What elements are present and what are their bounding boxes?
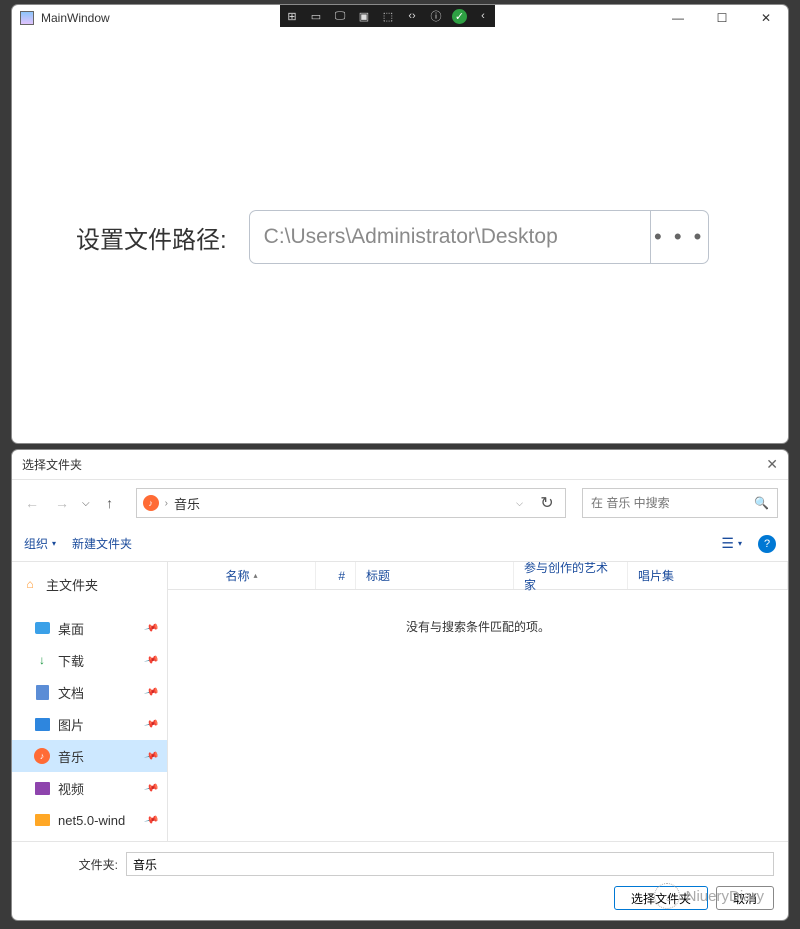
pin-icon: 📌	[143, 812, 159, 828]
sidebar-item-label: 桌面	[58, 619, 84, 638]
desktop-icon	[34, 620, 50, 636]
pin-icon: 📌	[143, 716, 159, 732]
path-input[interactable]	[249, 210, 651, 264]
address-dropdown-icon[interactable]: ⌵	[516, 498, 523, 509]
pin-icon: 📌	[143, 684, 159, 700]
sidebar: ⌂ 主文件夹 桌面 📌 ↓ 下载 📌 文档 📌 图片	[12, 562, 168, 841]
search-box: 🔍	[582, 488, 778, 518]
sidebar-item-label: 下载	[58, 651, 84, 670]
empty-message: 没有与搜索条件匹配的项。	[406, 618, 550, 635]
dialog-title: 选择文件夹	[22, 456, 82, 473]
vs-check-icon[interactable]: ✓	[452, 9, 467, 24]
browse-button[interactable]: • • •	[651, 210, 709, 264]
vs-accessibility-icon[interactable]: ⓘ	[428, 8, 444, 24]
breadcrumb-separator: ›	[165, 498, 168, 509]
path-label: 设置文件路径:	[36, 220, 227, 255]
column-artist[interactable]: 参与创作的艺术家	[514, 562, 628, 589]
vs-box-icon[interactable]: ▣	[356, 8, 372, 24]
path-form-row: 设置文件路径: • • •	[36, 210, 764, 264]
main-content: 设置文件路径: • • •	[12, 31, 788, 443]
sidebar-item-label: net5.0-wind	[58, 813, 125, 828]
file-list: 名称▴ # 标题 参与创作的艺术家 唱片集 没有与搜索条件匹配的项。	[168, 562, 788, 841]
cancel-button[interactable]: 取消	[716, 886, 774, 910]
maximize-button[interactable]: ☐	[700, 5, 744, 31]
sidebar-item-home[interactable]: ⌂ 主文件夹	[12, 568, 167, 600]
dialog-toolbar: 组织▾ 新建文件夹 ☰▾ ?	[12, 526, 788, 562]
nav-forward-button[interactable]: →	[52, 493, 72, 513]
location-music-icon: ♪	[143, 495, 159, 511]
sidebar-item-videos[interactable]: 视频 📌	[12, 772, 167, 804]
pin-icon: 📌	[143, 748, 159, 764]
address-bar[interactable]: ♪ › 音乐 ⌵ ↻	[136, 488, 566, 518]
search-input[interactable]	[591, 496, 748, 510]
sidebar-item-net5[interactable]: net5.0-wind 📌	[12, 804, 167, 836]
list-body: 没有与搜索条件匹配的项。	[168, 590, 788, 841]
vs-screen-icon[interactable]: 🖵	[332, 8, 348, 24]
new-folder-button[interactable]: 新建文件夹	[72, 535, 132, 552]
picture-icon	[34, 716, 50, 732]
window-controls: — ☐ ✕	[656, 5, 788, 31]
column-number[interactable]: #	[316, 562, 356, 589]
nav-back-button[interactable]: ←	[22, 493, 42, 513]
address-location: 音乐	[174, 494, 510, 513]
dialog-body: ⌂ 主文件夹 桌面 📌 ↓ 下载 📌 文档 📌 图片	[12, 562, 788, 841]
dialog-titlebar: 选择文件夹 ✕	[12, 450, 788, 480]
music-icon: ♪	[34, 748, 50, 764]
download-icon: ↓	[34, 652, 50, 668]
video-icon	[34, 780, 50, 796]
main-window: MainWindow ⊞ ▭ 🖵 ▣ ⬚ ‹› ⓘ ✓ ‹ — ☐ ✕ 设置文件…	[11, 4, 789, 444]
sidebar-item-music[interactable]: ♪ 音乐 📌	[12, 740, 167, 772]
pin-icon: 📌	[143, 652, 159, 668]
sidebar-item-pictures[interactable]: 图片 📌	[12, 708, 167, 740]
app-icon	[20, 11, 34, 25]
refresh-button[interactable]: ↻	[535, 491, 559, 515]
vs-add-icon[interactable]: ⊞	[284, 8, 300, 24]
sidebar-item-downloads[interactable]: ↓ 下载 📌	[12, 644, 167, 676]
vs-signal-icon[interactable]: ‹›	[404, 8, 420, 24]
sidebar-item-documents[interactable]: 文档 📌	[12, 676, 167, 708]
path-input-group: • • •	[249, 210, 709, 264]
sidebar-item-label: 视频	[58, 779, 84, 798]
folder-icon	[34, 812, 50, 828]
dialog-close-button[interactable]: ✕	[766, 456, 778, 473]
document-icon	[34, 684, 50, 700]
home-icon: ⌂	[22, 576, 38, 592]
folder-name-input[interactable]	[126, 852, 774, 876]
minimize-button[interactable]: —	[656, 5, 700, 31]
vs-collapse-icon[interactable]: ‹	[475, 8, 491, 24]
close-button[interactable]: ✕	[744, 5, 788, 31]
organize-menu[interactable]: 组织▾	[24, 535, 56, 552]
column-name[interactable]: 名称▴	[168, 562, 316, 589]
sidebar-item-desktop[interactable]: 桌面 📌	[12, 612, 167, 644]
sidebar-item-label: 文档	[58, 683, 84, 702]
column-album[interactable]: 唱片集	[628, 562, 788, 589]
vs-layout-icon[interactable]: ⬚	[380, 8, 396, 24]
dialog-nav: ← → ⌵ ↑ ♪ › 音乐 ⌵ ↻ 🔍	[12, 480, 788, 526]
sidebar-item-label: 图片	[58, 715, 84, 734]
nav-up-button[interactable]: ↑	[100, 493, 120, 513]
vs-record-icon[interactable]: ▭	[308, 8, 324, 24]
dialog-footer: 文件夹: 选择文件夹 取消	[12, 841, 788, 920]
window-title: MainWindow	[41, 11, 110, 25]
search-icon[interactable]: 🔍	[754, 496, 769, 510]
pin-icon: 📌	[143, 780, 159, 796]
nav-history-dropdown[interactable]: ⌵	[82, 498, 90, 509]
pin-icon: 📌	[143, 620, 159, 636]
view-options-button[interactable]: ☰▾	[721, 535, 742, 552]
titlebar: MainWindow ⊞ ▭ 🖵 ▣ ⬚ ‹› ⓘ ✓ ‹ — ☐ ✕	[12, 5, 788, 31]
select-folder-button[interactable]: 选择文件夹	[614, 886, 708, 910]
column-title[interactable]: 标题	[356, 562, 514, 589]
vs-diagnostic-toolbar: ⊞ ▭ 🖵 ▣ ⬚ ‹› ⓘ ✓ ‹	[280, 5, 495, 27]
help-button[interactable]: ?	[758, 535, 776, 553]
folder-picker-dialog: 选择文件夹 ✕ ← → ⌵ ↑ ♪ › 音乐 ⌵ ↻ 🔍 组织▾ 新建文件夹 ☰…	[11, 449, 789, 921]
sidebar-item-label: 主文件夹	[46, 575, 98, 594]
folder-name-label: 文件夹:	[26, 856, 118, 873]
sidebar-item-label: 音乐	[58, 747, 84, 766]
list-header: 名称▴ # 标题 参与创作的艺术家 唱片集	[168, 562, 788, 590]
